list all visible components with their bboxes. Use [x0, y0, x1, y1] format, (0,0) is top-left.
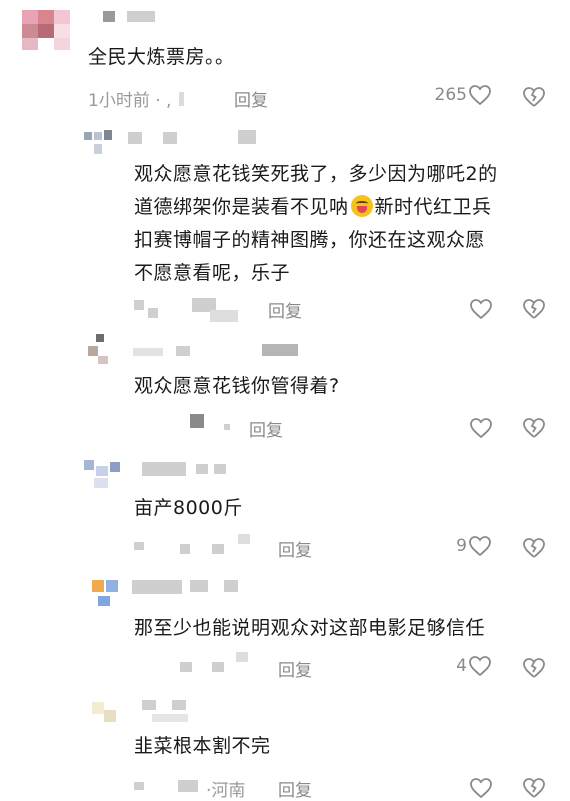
comment-meta: 1小时前 · , [88, 86, 185, 111]
broken-heart-icon[interactable] [522, 657, 546, 679]
reply-item: 那至少也能说明观众对这部电影足够信任 回复 4 [0, 570, 570, 690]
heart-outline-icon[interactable] [469, 777, 493, 799]
comment-text: 观众愿意花钱笑死我了，多少因为哪吒2的 道德绑架你是装看不见呐 新时代红卫兵 扣赛… [134, 163, 498, 284]
heart-outline-icon[interactable] [469, 417, 493, 439]
like-count: 9 [456, 536, 467, 556]
like-button[interactable]: 9 [430, 535, 492, 557]
avatar[interactable] [84, 130, 112, 160]
reply-button[interactable]: 回复 [278, 536, 312, 561]
comment-item: 全民大炼票房。。 1小时前 · , 回复 265 [0, 0, 570, 120]
comment-text: 观众愿意花钱你管得着? [134, 375, 340, 397]
broken-heart-icon[interactable] [522, 537, 546, 559]
location: ·河南 [206, 781, 246, 801]
tongue-out-emoji-icon [350, 195, 373, 217]
broken-heart-icon[interactable] [522, 86, 546, 108]
broken-heart-icon[interactable] [522, 777, 546, 799]
avatar[interactable] [22, 10, 70, 50]
avatar[interactable] [92, 578, 120, 608]
reply-button[interactable]: 回复 [249, 416, 283, 441]
comment-text: 全民大炼票房。。 [88, 46, 235, 68]
heart-outline-icon [469, 85, 491, 106]
reply-button[interactable]: 回复 [234, 86, 268, 111]
avatar[interactable] [84, 334, 112, 366]
comment-text: 韭菜根本割不完 [134, 735, 271, 757]
heart-outline-icon [469, 656, 491, 677]
reply-item: 观众愿意花钱笑死我了，多少因为哪吒2的 道德绑架你是装看不见呐 新时代红卫兵 扣赛… [0, 120, 570, 330]
reply-button[interactable]: 回复 [278, 776, 312, 801]
broken-heart-icon[interactable] [522, 417, 546, 439]
comment-text: 那至少也能说明观众对这部电影足够信任 [134, 617, 486, 639]
reply-button[interactable]: 回复 [268, 297, 302, 322]
like-count: 4 [456, 656, 467, 676]
like-button[interactable]: 265 [420, 84, 492, 106]
reply-item: 观众愿意花钱你管得着? 回复 [0, 330, 570, 450]
broken-heart-icon[interactable] [522, 298, 546, 320]
avatar[interactable] [84, 460, 120, 490]
timestamp: 1小时前 · , [88, 91, 172, 111]
reply-item: 韭菜根本割不完 ·河南 回复 [0, 690, 570, 801]
heart-outline-icon [469, 536, 491, 557]
like-button[interactable]: 4 [430, 655, 492, 677]
reply-item: 亩产8000斤 回复 9 [0, 450, 570, 570]
reply-button[interactable]: 回复 [278, 656, 312, 681]
avatar[interactable] [92, 698, 118, 726]
heart-outline-icon[interactable] [469, 298, 493, 320]
comment-text: 亩产8000斤 [134, 497, 243, 519]
like-count: 265 [434, 85, 467, 105]
